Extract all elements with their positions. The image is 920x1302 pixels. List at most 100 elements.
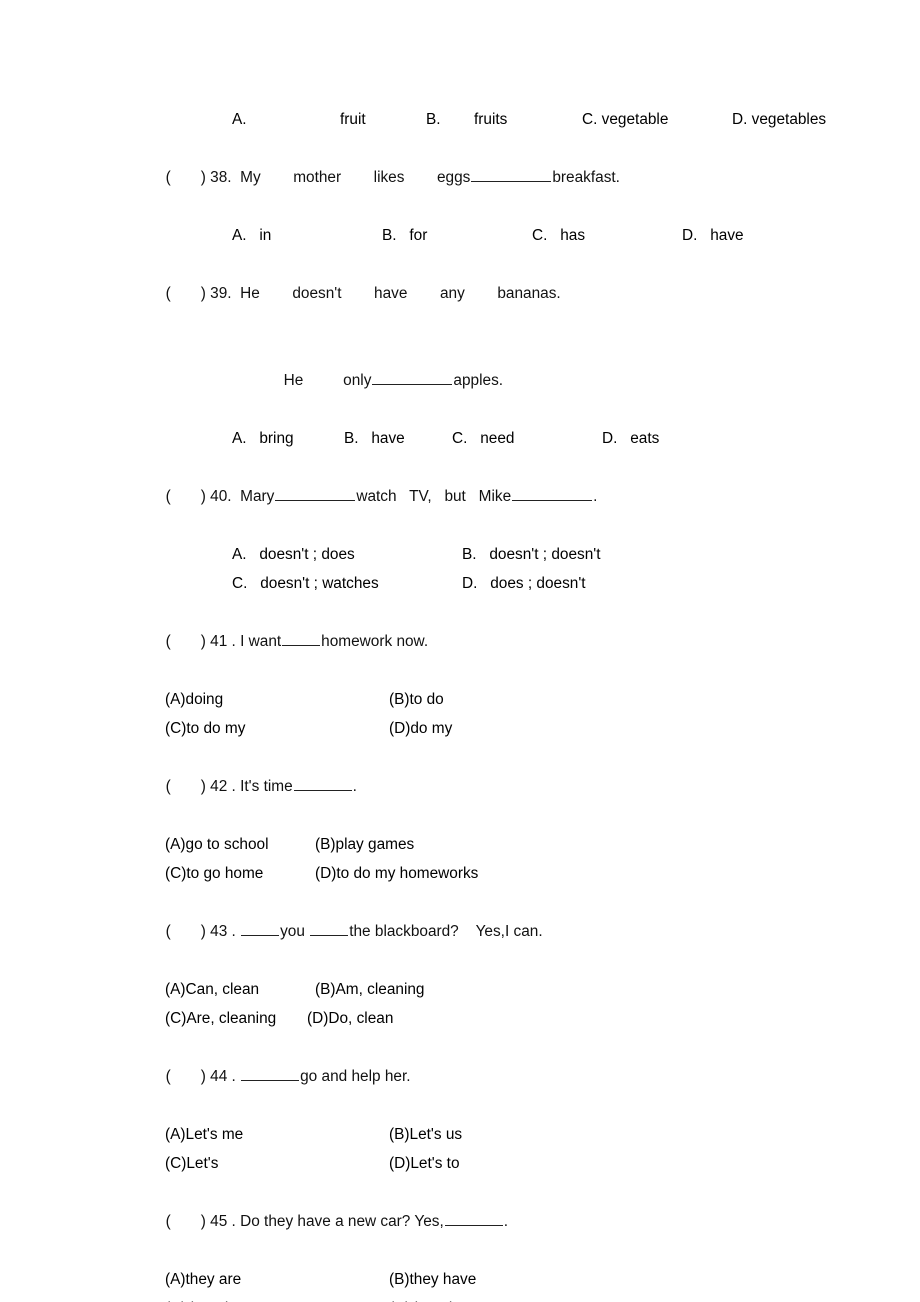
- answer-slot-45[interactable]: [171, 1213, 201, 1230]
- option-a[interactable]: A. doesn't ; does: [232, 540, 462, 569]
- question-38-options: A. in B. for C. has D. have: [0, 221, 920, 250]
- question-39-stem-line2: He only apples.: [0, 337, 920, 424]
- fill-blank[interactable]: [372, 369, 453, 385]
- question-text-cont: He only: [283, 372, 372, 389]
- option-b[interactable]: (B)Am, cleaning: [315, 975, 425, 1004]
- option-c[interactable]: C. doesn't ; watches: [232, 569, 462, 598]
- question-number: 41 .: [210, 633, 236, 650]
- worksheet-page: A. fruit B. fruits C. vegetable D. veget…: [0, 0, 920, 1302]
- question-text: Mary: [240, 488, 275, 505]
- fill-blank[interactable]: [444, 1210, 503, 1226]
- option-b-text: fruits: [474, 111, 508, 128]
- fill-blank[interactable]: [471, 166, 552, 182]
- option-c: C. vegetable: [582, 111, 669, 128]
- option-d[interactable]: D. eats: [602, 424, 659, 453]
- option-b[interactable]: B. doesn't ; doesn't: [462, 540, 601, 569]
- answer-slot-44[interactable]: [171, 1068, 201, 1085]
- option-b[interactable]: B. have: [344, 424, 452, 453]
- option-a[interactable]: (A)doing: [165, 685, 389, 714]
- question-text-tail: apples.: [453, 372, 504, 389]
- question-text: My mother likes eggs: [240, 169, 471, 186]
- option-c[interactable]: C. has: [532, 221, 682, 250]
- fill-blank-1[interactable]: [275, 485, 356, 501]
- question-text-tail: go and help her.: [300, 1068, 411, 1085]
- option-d[interactable]: (D)Let's to: [389, 1149, 460, 1178]
- option-c[interactable]: (C)Let's: [165, 1149, 389, 1178]
- question-44-options-row1: (A)Let's me (B)Let's us: [0, 1120, 920, 1149]
- option-d[interactable]: (D)they do: [389, 1294, 461, 1302]
- fill-blank-1[interactable]: [241, 920, 280, 936]
- question-42-options-row2: (C)to go home (D)to do my homeworks: [0, 859, 920, 888]
- option-c[interactable]: (C)Are, cleaning: [165, 1004, 307, 1033]
- question-text-tail: .: [503, 1213, 509, 1230]
- question-number: 40.: [210, 488, 232, 505]
- question-40-stem: ( ) 40. Mary watch TV, but Mike.: [0, 453, 920, 540]
- answer-slot-43[interactable]: [171, 923, 201, 940]
- answer-slot-39[interactable]: [171, 285, 201, 302]
- options-row-lead: A. fruit B. fruits C. vegetable D. veget…: [0, 105, 920, 134]
- question-text-tail: .: [352, 778, 357, 795]
- question-44-options-row2: (C)Let's (D)Let's to: [0, 1149, 920, 1178]
- question-text: Do they have a new car? Yes,: [240, 1213, 444, 1230]
- fill-blank[interactable]: [241, 1065, 300, 1081]
- option-c[interactable]: (C)to do my: [165, 714, 389, 743]
- option-b[interactable]: (B)they have: [389, 1265, 476, 1294]
- option-a[interactable]: (A)Can, clean: [165, 975, 315, 1004]
- fill-blank[interactable]: [293, 775, 352, 791]
- option-a[interactable]: (A)go to school: [165, 830, 315, 859]
- question-43-stem: ( ) 43 . you the blackboard? Yes,I can.: [0, 888, 920, 975]
- fill-blank-2[interactable]: [512, 485, 593, 501]
- option-b[interactable]: (B)to do: [389, 685, 444, 714]
- question-text-mid: watch TV, but Mike: [356, 488, 512, 505]
- option-c[interactable]: (C)they don't: [165, 1294, 389, 1302]
- answer-slot-42[interactable]: [171, 778, 201, 795]
- option-d[interactable]: (D)do my: [389, 714, 452, 743]
- question-number: 43 .: [210, 923, 236, 940]
- question-number: 45 .: [210, 1213, 236, 1230]
- option-d[interactable]: (D)to do my homeworks: [315, 859, 478, 888]
- fill-blank[interactable]: [282, 630, 321, 646]
- question-39-options: A. bring B. have C. need D. eats: [0, 424, 920, 453]
- question-text: It's time: [240, 778, 293, 795]
- question-43-options-row2: (C)Are, cleaning (D)Do, clean: [0, 1004, 920, 1033]
- question-text-tail: breakfast.: [552, 169, 620, 186]
- question-45-options-row1: (A)they are (B)they have: [0, 1265, 920, 1294]
- question-45-options-row2: (C)they don't (D)they do: [0, 1294, 920, 1302]
- option-a-text: fruit: [340, 111, 366, 128]
- option-b[interactable]: B. for: [382, 221, 532, 250]
- option-c[interactable]: C. need: [452, 424, 602, 453]
- answer-slot-40[interactable]: [171, 488, 201, 505]
- question-41-options-row1: (A)doing (B)to do: [0, 685, 920, 714]
- question-text: He doesn't have any bananas.: [240, 285, 561, 302]
- question-text-tail: homework now.: [321, 633, 429, 650]
- question-41-stem: ( ) 41 . I want homework now.: [0, 598, 920, 685]
- question-text-mid: you: [280, 923, 305, 940]
- answer-slot-41[interactable]: [171, 633, 201, 650]
- option-a[interactable]: (A)they are: [165, 1265, 389, 1294]
- question-42-stem: ( ) 42 . It's time.: [0, 743, 920, 830]
- option-d: D. vegetables: [732, 111, 827, 128]
- option-d[interactable]: (D)Do, clean: [307, 1004, 393, 1033]
- option-c[interactable]: (C)to go home: [165, 859, 315, 888]
- option-d[interactable]: D. does ; doesn't: [462, 569, 586, 598]
- option-b: B.: [426, 111, 441, 128]
- question-number: 42 .: [210, 778, 236, 795]
- question-44-stem: ( ) 44 . go and help her.: [0, 1033, 920, 1120]
- option-b[interactable]: (B)play games: [315, 830, 414, 859]
- question-38-stem: ( ) 38. My mother likes eggs breakfast.: [0, 134, 920, 221]
- worksheet-body: A. fruit B. fruits C. vegetable D. veget…: [0, 105, 920, 1302]
- question-40-options-row1: A. doesn't ; does B. doesn't ; doesn't: [0, 540, 920, 569]
- question-43-options-row1: (A)Can, clean (B)Am, cleaning: [0, 975, 920, 1004]
- option-d[interactable]: D. have: [682, 221, 744, 250]
- answer-slot-38[interactable]: [171, 169, 201, 186]
- option-b[interactable]: (B)Let's us: [389, 1120, 462, 1149]
- question-number: 44 .: [210, 1068, 236, 1085]
- option-a[interactable]: (A)Let's me: [165, 1120, 389, 1149]
- question-text-tail: .: [593, 488, 598, 505]
- question-text-tail: the blackboard? Yes,I can.: [349, 923, 543, 940]
- option-a[interactable]: A. in: [232, 221, 382, 250]
- question-number: 38.: [210, 169, 232, 186]
- option-a[interactable]: A. bring: [232, 424, 344, 453]
- fill-blank-2[interactable]: [310, 920, 349, 936]
- question-42-options-row1: (A)go to school (B)play games: [0, 830, 920, 859]
